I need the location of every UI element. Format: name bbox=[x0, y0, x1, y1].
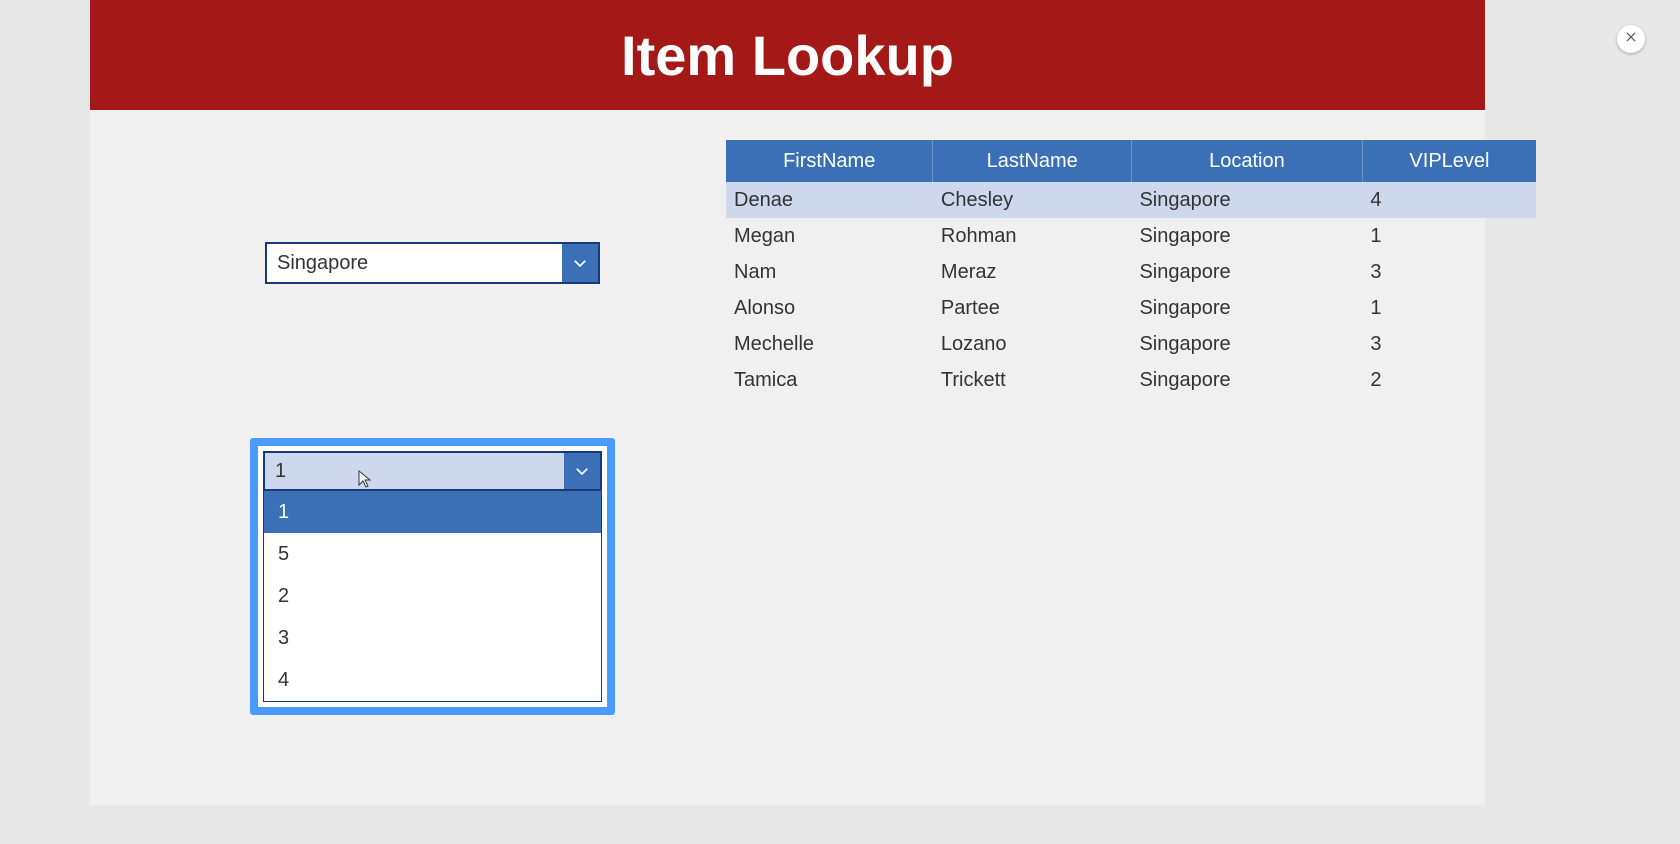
table-cell: Chesley bbox=[933, 182, 1132, 218]
table-row[interactable]: MechelleLozanoSingapore3 bbox=[726, 326, 1536, 362]
table-cell: 4 bbox=[1362, 182, 1536, 218]
table-cell: Partee bbox=[933, 290, 1132, 326]
table-cell: 1 bbox=[1362, 218, 1536, 254]
viplevel-dropdown-list: 15234 bbox=[263, 491, 602, 702]
viplevel-option[interactable]: 2 bbox=[264, 575, 601, 617]
location-dropdown-value: Singapore bbox=[267, 252, 562, 275]
viplevel-dropdown[interactable]: 1 bbox=[263, 451, 602, 491]
close-icon bbox=[1624, 30, 1638, 49]
chevron-down-icon bbox=[562, 244, 598, 282]
viplevel-option[interactable]: 1 bbox=[264, 491, 601, 533]
table-cell: Singapore bbox=[1131, 254, 1362, 290]
page-header: Item Lookup bbox=[90, 0, 1485, 110]
viplevel-option[interactable]: 5 bbox=[264, 533, 601, 575]
close-button[interactable] bbox=[1617, 25, 1645, 53]
table-cell: Singapore bbox=[1131, 218, 1362, 254]
table-cell: 3 bbox=[1362, 326, 1536, 362]
table-cell: Singapore bbox=[1131, 182, 1362, 218]
column-header[interactable]: Location bbox=[1131, 140, 1362, 182]
results-table-header: FirstNameLastNameLocationVIPLevel bbox=[726, 140, 1536, 182]
column-header[interactable]: VIPLevel bbox=[1362, 140, 1536, 182]
table-cell: Lozano bbox=[933, 326, 1132, 362]
table-cell: Nam bbox=[726, 254, 933, 290]
table-cell: Rohman bbox=[933, 218, 1132, 254]
results-table: FirstNameLastNameLocationVIPLevel DenaeC… bbox=[726, 140, 1536, 398]
table-row[interactable]: MeganRohmanSingapore1 bbox=[726, 218, 1536, 254]
chevron-down-icon bbox=[564, 453, 600, 489]
table-cell: Singapore bbox=[1131, 326, 1362, 362]
cursor-icon bbox=[358, 470, 372, 488]
viplevel-dropdown-value: 1 bbox=[265, 460, 564, 483]
table-cell: 3 bbox=[1362, 254, 1536, 290]
table-cell: 1 bbox=[1362, 290, 1536, 326]
location-dropdown[interactable]: Singapore bbox=[265, 242, 600, 284]
table-cell: Mechelle bbox=[726, 326, 933, 362]
results-table-body: DenaeChesleySingapore4MeganRohmanSingapo… bbox=[726, 182, 1536, 398]
table-cell: Singapore bbox=[1131, 290, 1362, 326]
table-cell: Alonso bbox=[726, 290, 933, 326]
viplevel-dropdown-selection-frame: 1 15234 bbox=[250, 438, 615, 715]
table-cell: Denae bbox=[726, 182, 933, 218]
column-header[interactable]: FirstName bbox=[726, 140, 933, 182]
viplevel-option[interactable]: 3 bbox=[264, 617, 601, 659]
page-title: Item Lookup bbox=[621, 23, 954, 88]
table-row[interactable]: AlonsoParteeSingapore1 bbox=[726, 290, 1536, 326]
table-cell: Singapore bbox=[1131, 362, 1362, 398]
viplevel-option[interactable]: 4 bbox=[264, 659, 601, 701]
table-row[interactable]: DenaeChesleySingapore4 bbox=[726, 182, 1536, 218]
app-canvas: Item Lookup Singapore 1 15234 FirstNameL… bbox=[0, 0, 1680, 844]
table-cell: 2 bbox=[1362, 362, 1536, 398]
table-row[interactable]: TamicaTrickettSingapore2 bbox=[726, 362, 1536, 398]
page-card: Item Lookup Singapore 1 15234 FirstNameL… bbox=[90, 0, 1485, 805]
table-row[interactable]: NamMerazSingapore3 bbox=[726, 254, 1536, 290]
table-cell: Meraz bbox=[933, 254, 1132, 290]
table-cell: Trickett bbox=[933, 362, 1132, 398]
table-cell: Tamica bbox=[726, 362, 933, 398]
column-header[interactable]: LastName bbox=[933, 140, 1132, 182]
table-cell: Megan bbox=[726, 218, 933, 254]
